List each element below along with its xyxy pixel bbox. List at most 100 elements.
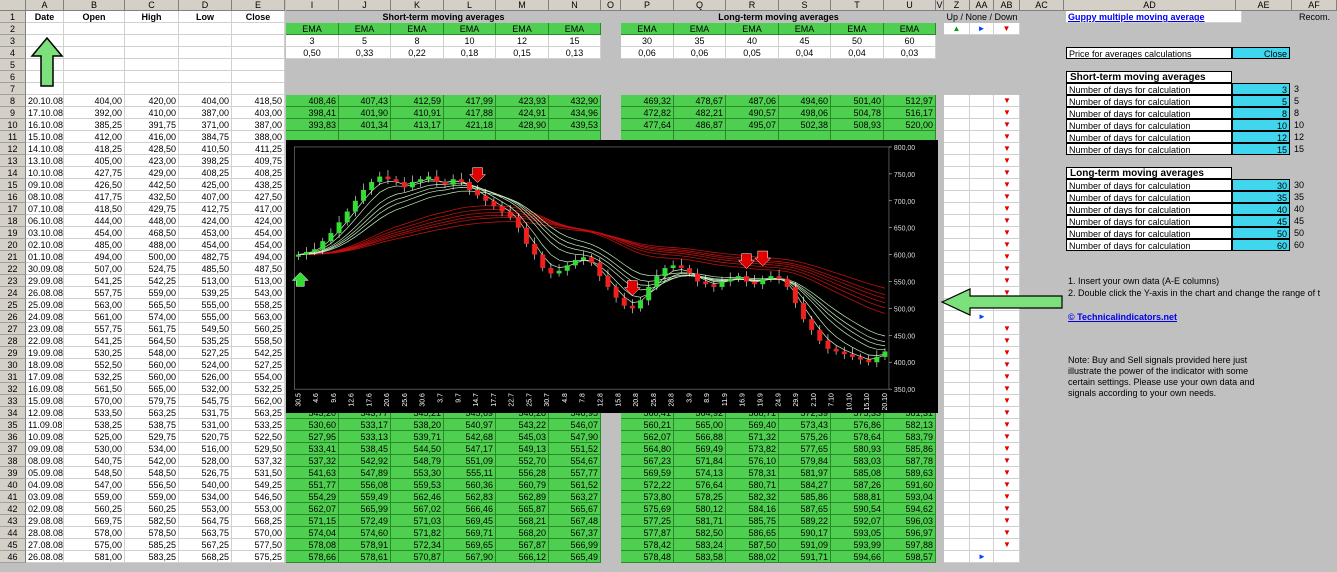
high-cell[interactable]: 563,25 [125, 407, 179, 419]
short-ema-cell[interactable]: 538,20 [391, 419, 444, 431]
close-cell[interactable]: 563,25 [232, 407, 285, 419]
row-header[interactable]: 8 [0, 95, 26, 107]
short-days-input[interactable]: 8 [1232, 107, 1290, 119]
header-low[interactable]: Low [179, 11, 232, 23]
signal-cell[interactable] [970, 479, 994, 491]
close-cell[interactable]: 554,00 [232, 371, 285, 383]
signal-cell[interactable] [944, 323, 970, 335]
open-cell[interactable]: 507,00 [64, 263, 125, 275]
short-ema-cell[interactable]: 567,48 [549, 515, 601, 527]
column-header[interactable]: T [831, 0, 884, 11]
long-alpha-cell[interactable]: 0,06 [674, 47, 726, 59]
open-cell[interactable]: 581,00 [64, 551, 125, 563]
long-ema-cell[interactable]: 571,84 [674, 455, 726, 467]
long-ema-cell[interactable]: 582,50 [674, 527, 726, 539]
low-cell[interactable]: 549,50 [179, 323, 232, 335]
high-cell[interactable]: 574,00 [125, 311, 179, 323]
row-header[interactable]: 23 [0, 275, 26, 287]
date-cell[interactable]: 03.10.08 [26, 227, 64, 239]
signal-cell[interactable] [970, 491, 994, 503]
cell[interactable] [232, 47, 285, 59]
long-ema-cell[interactable]: 566,88 [674, 431, 726, 443]
row-header[interactable]: 33 [0, 395, 26, 407]
short-ema-cell[interactable]: 567,02 [391, 503, 444, 515]
long-ema-cell[interactable]: 564,80 [621, 443, 674, 455]
open-cell[interactable]: 548,50 [64, 467, 125, 479]
short-alpha-cell[interactable]: 0,15 [496, 47, 549, 59]
date-cell[interactable]: 12.09.08 [26, 407, 64, 419]
long-ema-cell[interactable]: 590,54 [831, 503, 884, 515]
open-cell[interactable]: 541,25 [64, 335, 125, 347]
signal-cell[interactable] [944, 275, 970, 287]
column-header[interactable]: D [179, 0, 232, 11]
high-cell[interactable]: 548,00 [125, 347, 179, 359]
date-cell[interactable]: 02.10.08 [26, 239, 64, 251]
row-header[interactable]: 17 [0, 203, 26, 215]
low-cell[interactable]: 408,25 [179, 167, 232, 179]
long-alpha-cell[interactable]: 0,06 [621, 47, 674, 59]
row-header[interactable]: 16 [0, 191, 26, 203]
long-ema-cell[interactable]: 569,59 [621, 467, 674, 479]
low-cell[interactable]: 407,00 [179, 191, 232, 203]
long-ema-cell[interactable]: 583,03 [831, 455, 884, 467]
long-ema-cell[interactable]: 574,13 [674, 467, 726, 479]
row-header[interactable]: 13 [0, 155, 26, 167]
signal-cell[interactable] [994, 551, 1020, 563]
long-alpha-cell[interactable]: 0,05 [726, 47, 779, 59]
long-ema-cell[interactable]: 576,64 [674, 479, 726, 491]
long-ema-cell[interactable]: 482,21 [674, 107, 726, 119]
long-ema-cell[interactable]: 598,57 [884, 551, 936, 563]
close-cell[interactable]: 513,00 [232, 275, 285, 287]
date-cell[interactable]: 19.09.08 [26, 347, 64, 359]
open-cell[interactable]: 444,00 [64, 215, 125, 227]
cell[interactable] [125, 59, 179, 71]
column-header[interactable]: I [286, 0, 339, 11]
row-header[interactable]: 39 [0, 467, 26, 479]
open-cell[interactable]: 563,00 [64, 299, 125, 311]
cell[interactable] [125, 47, 179, 59]
long-ema-cell[interactable]: 585,75 [726, 515, 779, 527]
date-cell[interactable]: 06.10.08 [26, 215, 64, 227]
signal-cell[interactable] [970, 431, 994, 443]
close-cell[interactable]: 387,00 [232, 119, 285, 131]
date-cell[interactable]: 15.10.08 [26, 131, 64, 143]
low-cell[interactable]: 535,25 [179, 335, 232, 347]
high-cell[interactable]: 468,50 [125, 227, 179, 239]
cell[interactable] [179, 83, 232, 95]
close-cell[interactable]: 494,00 [232, 251, 285, 263]
short-ema-cell[interactable]: 549,13 [496, 443, 549, 455]
signal-cell[interactable] [970, 155, 994, 167]
long-ema-cell[interactable]: 495,07 [726, 119, 779, 131]
long-ema-cell[interactable]: 486,87 [674, 119, 726, 131]
short-ema-cell[interactable]: 571,82 [391, 527, 444, 539]
long-ema-cell[interactable]: 578,64 [831, 431, 884, 443]
long-ema-cell[interactable]: 490,57 [726, 107, 779, 119]
high-cell[interactable]: 561,75 [125, 323, 179, 335]
long-ema-cell[interactable]: 580,71 [726, 479, 779, 491]
signal-cell[interactable] [944, 527, 970, 539]
cell[interactable] [232, 23, 285, 35]
short-ema-cell[interactable]: 545,03 [496, 431, 549, 443]
signal-cell[interactable] [944, 515, 970, 527]
signal-cell[interactable] [970, 275, 994, 287]
date-cell[interactable]: 26.08.08 [26, 287, 64, 299]
close-cell[interactable]: 575,25 [232, 551, 285, 563]
long-ema-cell[interactable]: 577,25 [621, 515, 674, 527]
short-days-input[interactable]: 15 [1232, 143, 1290, 155]
high-cell[interactable]: 565,50 [125, 299, 179, 311]
open-cell[interactable]: 417,75 [64, 191, 125, 203]
long-ema-cell[interactable]: 593,04 [884, 491, 936, 503]
long-ema-cell[interactable]: 585,08 [831, 467, 884, 479]
short-days-cell[interactable]: 12 [496, 35, 549, 47]
short-ema-cell[interactable]: 556,28 [496, 467, 549, 479]
row-header[interactable]: 15 [0, 179, 26, 191]
open-cell[interactable]: 418,50 [64, 203, 125, 215]
close-cell[interactable]: 533,25 [232, 419, 285, 431]
date-cell[interactable]: 11.09.08 [26, 419, 64, 431]
short-ema-cell[interactable]: 537,32 [286, 455, 339, 467]
long-ema-cell[interactable]: 573,82 [726, 443, 779, 455]
low-cell[interactable]: 387,00 [179, 107, 232, 119]
signal-cell[interactable] [944, 143, 970, 155]
signal-cell[interactable] [970, 239, 994, 251]
column-header[interactable] [0, 0, 26, 11]
